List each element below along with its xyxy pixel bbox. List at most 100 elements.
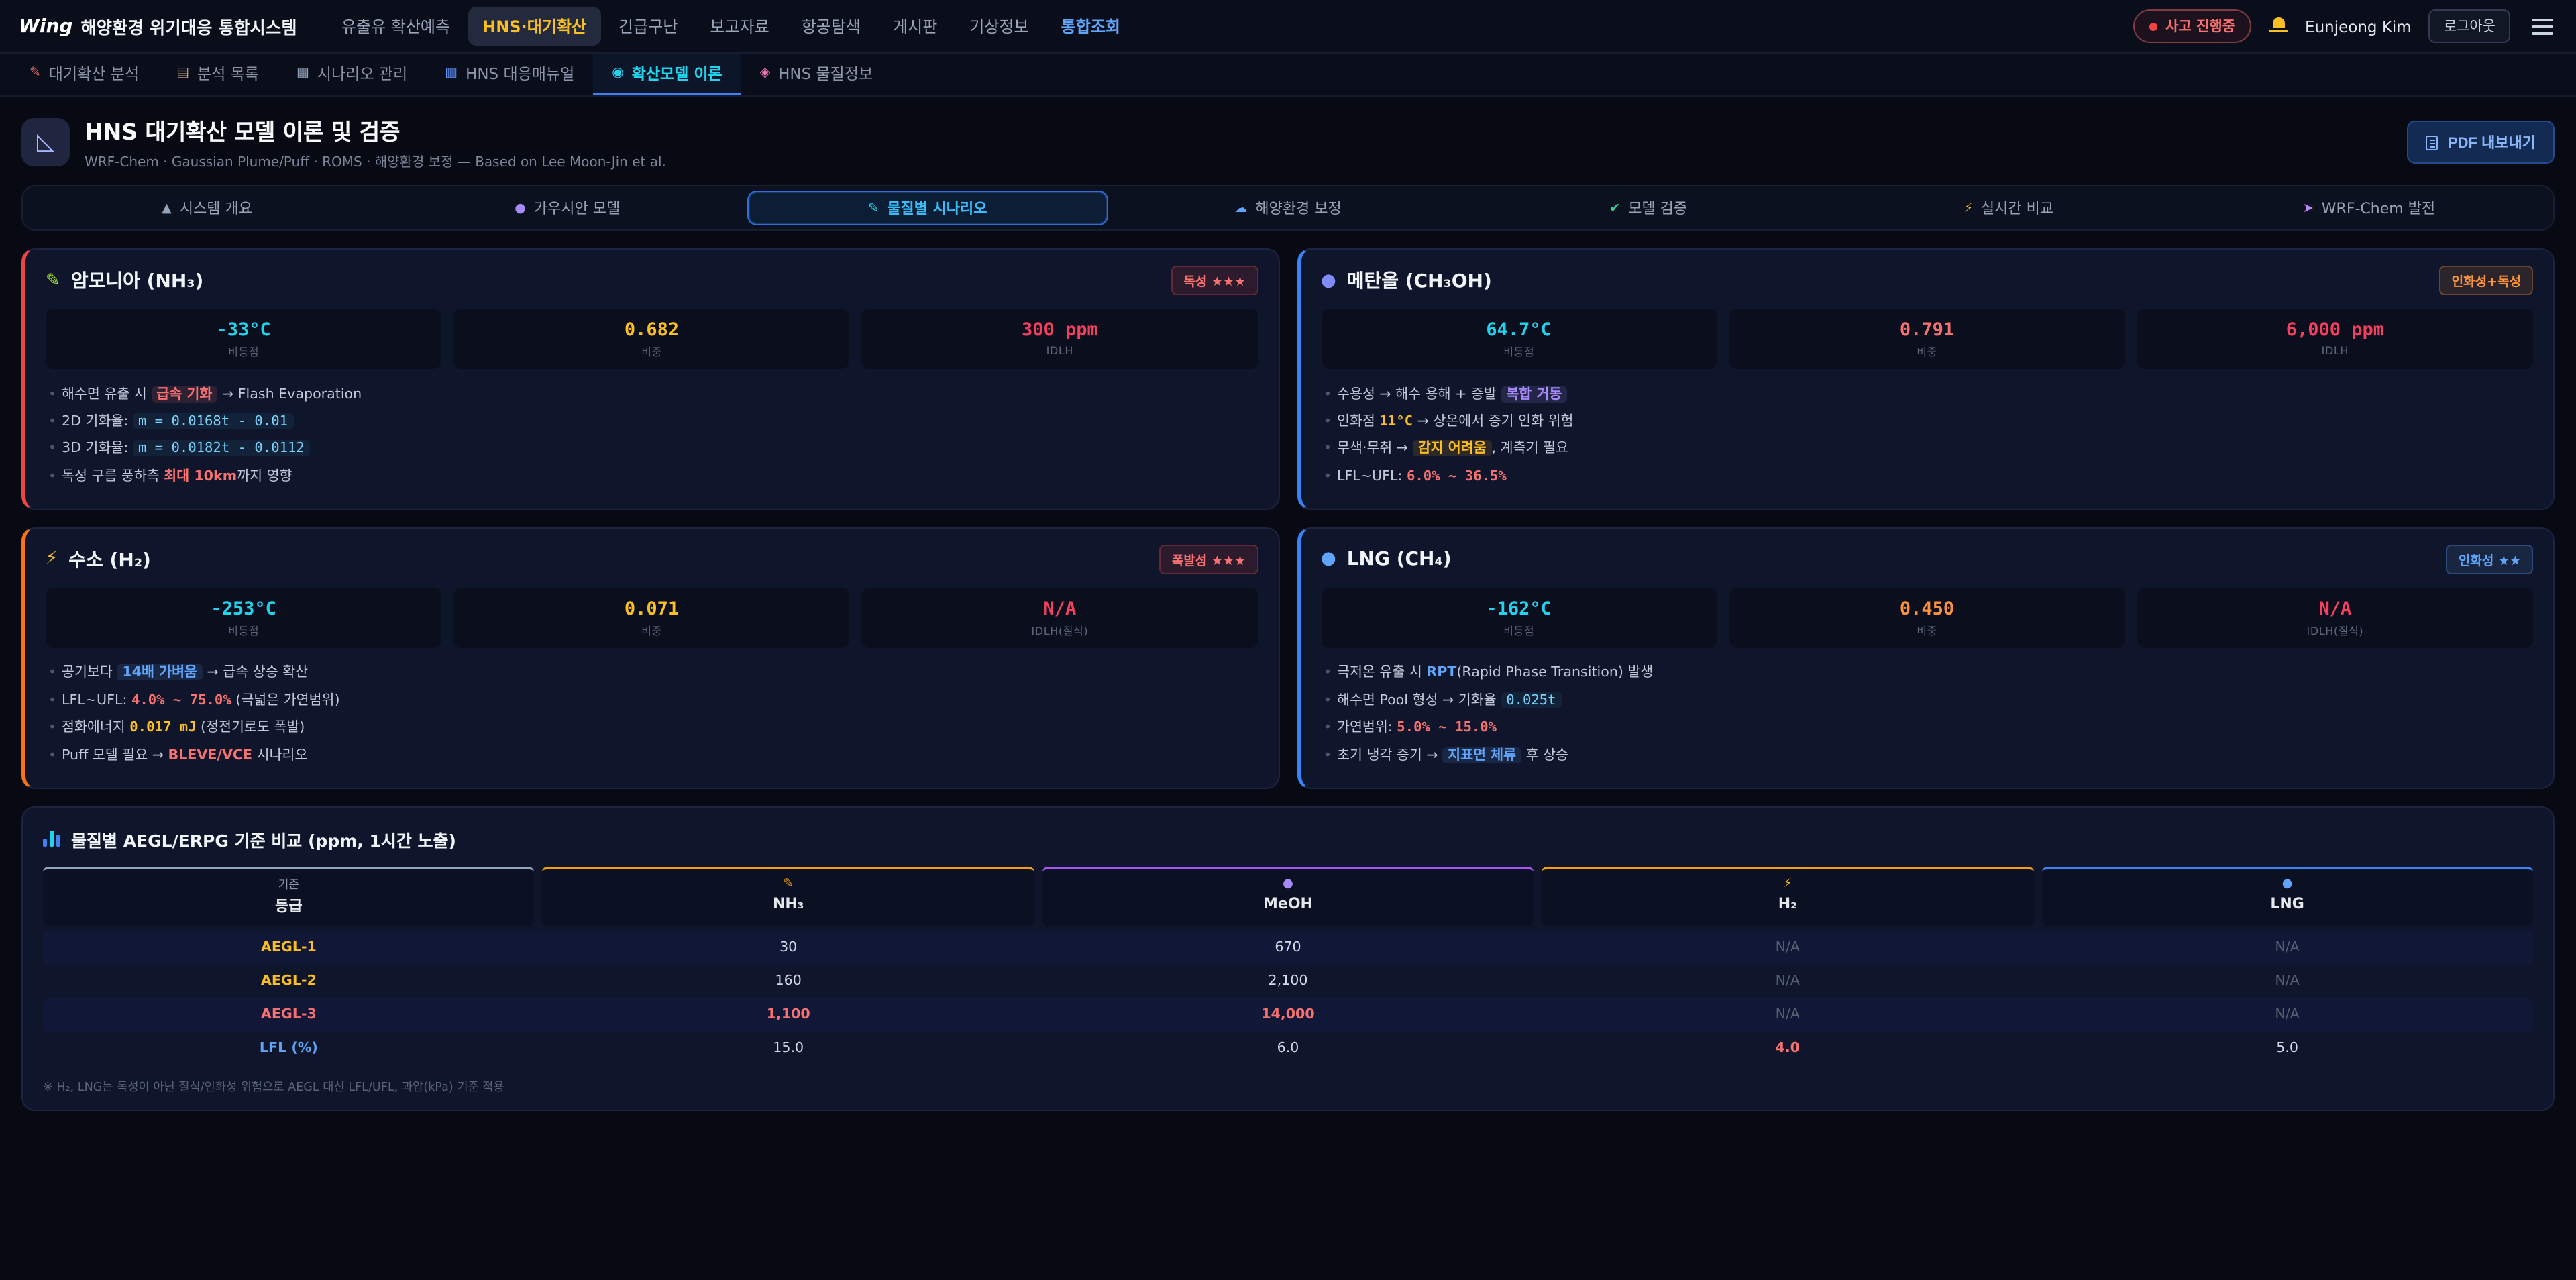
stab-marine-correction[interactable]: ☁ 해양환경 보정 bbox=[1108, 191, 1468, 225]
table-footnote: ※ H₂, LNG는 독성이 아닌 질식/인화성 위험으로 AEGL 대신 LF… bbox=[43, 1077, 2533, 1094]
app-title: 해양환경 위기대응 통합시스템 bbox=[80, 13, 297, 39]
bolt-icon: ⚡ bbox=[1964, 201, 1973, 215]
card-title: LNG (CH₄) bbox=[1347, 549, 1452, 570]
hazard-badge: 인화성 ★★ bbox=[2447, 545, 2533, 574]
card-title: 메탄올 (CH₃OH) bbox=[1347, 267, 1492, 294]
section-tab-bar: ▲ 시스템 개요 ● 가우시안 모델 ✎ 물질별 시나리오 ☁ 해양환경 보정 … bbox=[21, 185, 2555, 231]
subtab-analysis-list[interactable]: ▤ 분석 목록 bbox=[158, 54, 278, 95]
card-header: ⚡ 수소 (H₂) 폭발성 ★★★ bbox=[46, 545, 1258, 574]
circle-icon: ● bbox=[2041, 875, 2533, 892]
top-navbar: Wing 해양환경 위기대응 통합시스템 유출유 확산예측 HNS·대기확산 긴… bbox=[0, 0, 2576, 54]
chart-icon: ◉ bbox=[612, 66, 623, 81]
page-subtitle: WRF-Chem · Gaussian Plume/Puff · ROMS · … bbox=[85, 150, 666, 170]
cloud-icon: ☁ bbox=[1234, 201, 1247, 215]
card-header: ✎ 암모니아 (NH₃) 독성 ★★★ bbox=[46, 266, 1258, 295]
card-bullet: 해수면 Pool 형성 → 기화율 0.025t bbox=[1321, 687, 2533, 714]
stab-model-validation[interactable]: ✔ 모델 검증 bbox=[1468, 191, 1829, 225]
nav-item-reports[interactable]: 보고자료 bbox=[695, 7, 784, 46]
pencil-icon: ✎ bbox=[868, 201, 879, 215]
stab-wrf-chem[interactable]: ➤ WRF-Chem 발전 bbox=[2189, 191, 2549, 225]
pencil-icon: ✎ bbox=[543, 875, 1034, 892]
stab-substance-scenarios[interactable]: ✎ 물질별 시나리오 bbox=[747, 191, 1108, 225]
logo-icon: Wing bbox=[19, 15, 72, 37]
stat-idlh: 6,000 ppm IDLH bbox=[2137, 309, 2533, 369]
card-bullet: 인화점 11°C → 상온에서 증기 인화 위험 bbox=[1321, 409, 2533, 436]
stat-boiling-point: -33°C 비등점 bbox=[46, 309, 441, 369]
card-header: ● 메탄올 (CH₃OH) 인화성+독성 bbox=[1321, 266, 2533, 295]
stat-specific-gravity: 0.682 비중 bbox=[453, 309, 849, 369]
stat-boiling-point: -253°C 비등점 bbox=[46, 588, 441, 648]
subtab-hns-substance-info[interactable]: ◈ HNS 물질정보 bbox=[741, 54, 892, 95]
page-header: ◺ HNS 대기확산 모델 이론 및 검증 WRF-Chem · Gaussia… bbox=[0, 97, 2576, 185]
card-bullets: 해수면 유출 시 급속 기화 → Flash Evaporation 2D 기화… bbox=[46, 381, 1258, 491]
logout-button[interactable]: 로그아웃 bbox=[2429, 9, 2510, 43]
stat-boiling-point: 64.7°C 비등점 bbox=[1321, 309, 1717, 369]
pencil-icon: ✎ bbox=[46, 270, 60, 290]
nav-item-hns-dispersion[interactable]: HNS·대기확산 bbox=[468, 7, 601, 46]
card-bullet: 가연범위: 5.0% ~ 15.0% bbox=[1321, 714, 2533, 742]
nav-item-board[interactable]: 게시판 bbox=[878, 7, 952, 46]
nav-item-integrated-search[interactable]: 통합조회 bbox=[1046, 7, 1135, 46]
table-title: 물질별 AEGL/ERPG 기준 비교 (ppm, 1시간 노출) bbox=[71, 826, 456, 851]
folder-icon: ▦ bbox=[297, 66, 309, 81]
pencil-icon: ✎ bbox=[30, 66, 41, 81]
table-row-lfl: LFL (%) 15.0 6.0 4.0 5.0 bbox=[43, 1031, 2533, 1065]
subtab-scenario-management[interactable]: ▦ 시나리오 관리 bbox=[278, 54, 426, 95]
stat-specific-gravity: 0.450 비중 bbox=[1729, 588, 2125, 648]
sub-navigation: ✎ 대기확산 분석 ▤ 분석 목록 ▦ 시나리오 관리 ▥ HNS 대응매뉴얼 … bbox=[0, 54, 2576, 97]
stat-row: -253°C 비등점 0.071 비중 N/A IDLH(질식) bbox=[46, 588, 1258, 648]
table-row-aegl2: AEGL-2 160 2,100 N/A N/A bbox=[43, 964, 2533, 998]
alert-dot-icon bbox=[2149, 22, 2157, 30]
table-col-meoh: ● MeOH bbox=[1042, 866, 1534, 925]
stat-boiling-point: -162°C 비등점 bbox=[1321, 588, 1717, 648]
card-header: ● LNG (CH₄) 인화성 ★★ bbox=[1321, 545, 2533, 574]
menu-icon[interactable] bbox=[2528, 14, 2557, 38]
stat-specific-gravity: 0.071 비중 bbox=[453, 588, 849, 648]
nav-item-aerial-search[interactable]: 항공탐색 bbox=[787, 7, 875, 46]
incident-status-badge[interactable]: 사고 진행중 bbox=[2133, 9, 2251, 43]
book-icon: ▥ bbox=[445, 66, 458, 81]
stab-system-overview[interactable]: ▲ 시스템 개요 bbox=[27, 191, 387, 225]
brand[interactable]: Wing 해양환경 위기대응 통합시스템 bbox=[19, 13, 297, 39]
subtab-hns-manual[interactable]: ▥ HNS 대응매뉴얼 bbox=[426, 54, 593, 95]
flask-icon: ◈ bbox=[760, 66, 770, 81]
navbar-right: 사고 진행중 Eunjeong Kim 로그아웃 bbox=[2133, 9, 2557, 43]
main-menu: 유출유 확산예측 HNS·대기확산 긴급구난 보고자료 항공탐색 게시판 기상정… bbox=[327, 7, 1135, 46]
card-bullet: 무색·무취 → 감지 어려움, 계측기 필요 bbox=[1321, 436, 2533, 464]
table-header-row: 기준 등급 ✎ NH₃ ● MeOH ⚡ H₂ ● LNG bbox=[43, 866, 2533, 925]
check-icon: ✔ bbox=[1609, 201, 1620, 215]
card-bullet: 점화에너지 0.017 mJ (정전기로도 폭발) bbox=[46, 714, 1258, 742]
stat-idlh: N/A IDLH(질식) bbox=[2137, 588, 2533, 648]
nav-item-emergency-rescue[interactable]: 긴급구난 bbox=[604, 7, 692, 46]
app-viewport: Wing 해양환경 위기대응 통합시스템 유출유 확산예측 HNS·대기확산 긴… bbox=[0, 0, 2576, 1280]
subtab-model-theory[interactable]: ◉ 확산모델 이론 bbox=[593, 54, 741, 95]
hazard-badge: 독성 ★★★ bbox=[1171, 266, 1258, 295]
stat-row: -162°C 비등점 0.450 비중 N/A IDLH(질식) bbox=[1321, 588, 2533, 648]
stat-idlh: N/A IDLH(질식) bbox=[862, 588, 1258, 648]
card-bullet: Puff 모델 필요 → BLEVE/VCE 시나리오 bbox=[46, 742, 1258, 769]
table-col-lng: ● LNG bbox=[2041, 866, 2533, 925]
table-title-row: 물질별 AEGL/ERPG 기준 비교 (ppm, 1시간 노출) bbox=[43, 826, 2533, 851]
pdf-export-button[interactable]: PDF 내보내기 bbox=[2408, 121, 2555, 164]
triangle-icon: ▲ bbox=[162, 201, 172, 215]
chart-bars-icon bbox=[43, 831, 60, 847]
page-title: HNS 대기확산 모델 이론 및 검증 bbox=[85, 114, 666, 146]
molecule-icon: ● bbox=[1321, 270, 1336, 290]
stab-realtime-comparison[interactable]: ⚡ 실시간 비교 bbox=[1829, 191, 2189, 225]
nav-item-oil-spill[interactable]: 유출유 확산예측 bbox=[327, 7, 465, 46]
hazard-badge: 인화성+독성 bbox=[2440, 266, 2533, 295]
bolt-icon: ⚡ bbox=[1542, 875, 2033, 892]
subtab-atmospheric-analysis[interactable]: ✎ 대기확산 분석 bbox=[11, 54, 158, 95]
stab-gaussian-model[interactable]: ● 가우시안 모델 bbox=[387, 191, 747, 225]
nav-item-weather[interactable]: 기상정보 bbox=[955, 7, 1043, 46]
stat-idlh: 300 ppm IDLH bbox=[862, 309, 1258, 369]
bolt-icon: ⚡ bbox=[46, 549, 58, 570]
substance-cards: ✎ 암모니아 (NH₃) 독성 ★★★ -33°C 비등점 0.682 비중 3… bbox=[21, 248, 2555, 788]
rocket-icon: ➤ bbox=[2303, 201, 2314, 215]
table-col-grade: 기준 등급 bbox=[43, 866, 535, 925]
stat-specific-gravity: 0.791 비중 bbox=[1729, 309, 2125, 369]
card-bullets: 극저온 유출 시 RPT(Rapid Phase Transition) 발생 … bbox=[1321, 660, 2533, 770]
card-bullets: 공기보다 14배 가벼움 → 급속 상승 확산 LFL~UFL: 4.0% ~ … bbox=[46, 660, 1258, 770]
bell-icon[interactable] bbox=[2269, 17, 2288, 35]
card-bullet: 해수면 유출 시 급속 기화 → Flash Evaporation bbox=[46, 381, 1258, 409]
